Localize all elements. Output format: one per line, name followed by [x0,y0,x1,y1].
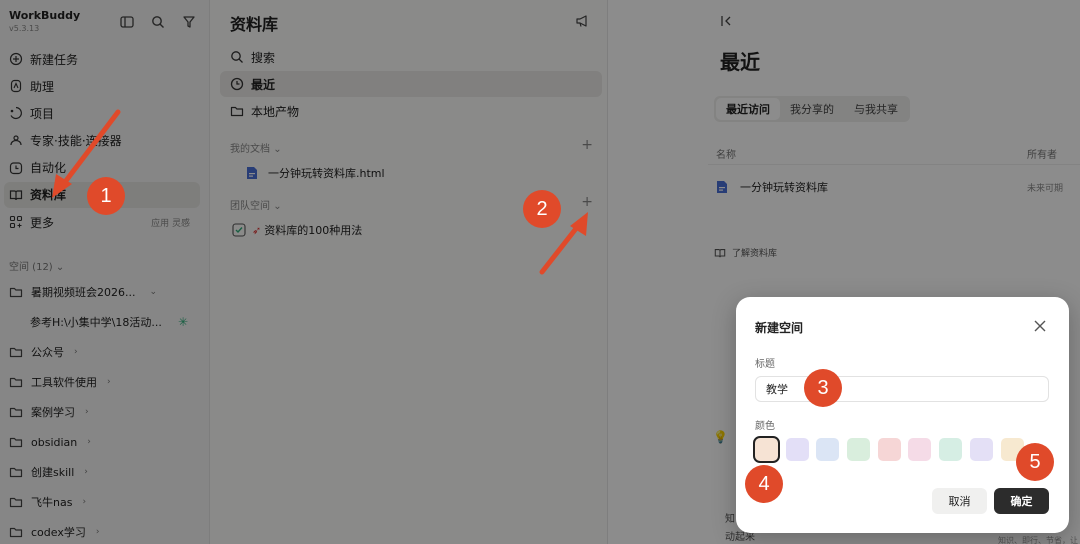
color-swatch[interactable] [908,438,932,461]
new-space-dialog: 新建空间 标题 颜色 取消 确定 [736,297,1069,533]
cancel-button[interactable]: 取消 [932,488,987,514]
step-badge-5: 5 [1016,443,1054,481]
confirm-button[interactable]: 确定 [994,488,1049,514]
close-icon[interactable] [1033,319,1047,333]
color-swatch[interactable] [939,438,963,461]
color-field-label: 颜色 [755,421,775,432]
color-swatches [753,436,1024,463]
color-swatch[interactable] [785,438,809,461]
step-badge-1: 1 [87,177,125,215]
step-badge-4: 4 [745,465,783,503]
color-swatch[interactable] [816,438,840,461]
color-swatch[interactable] [877,438,901,461]
color-swatch[interactable] [969,438,993,461]
color-swatch[interactable] [753,436,780,463]
dialog-title: 新建空间 [755,321,804,335]
title-field-label: 标题 [755,359,775,370]
step-badge-3: 3 [804,369,842,407]
space-title-input[interactable] [755,376,1049,402]
step-badge-2: 2 [523,190,561,228]
color-swatch[interactable] [847,438,871,461]
